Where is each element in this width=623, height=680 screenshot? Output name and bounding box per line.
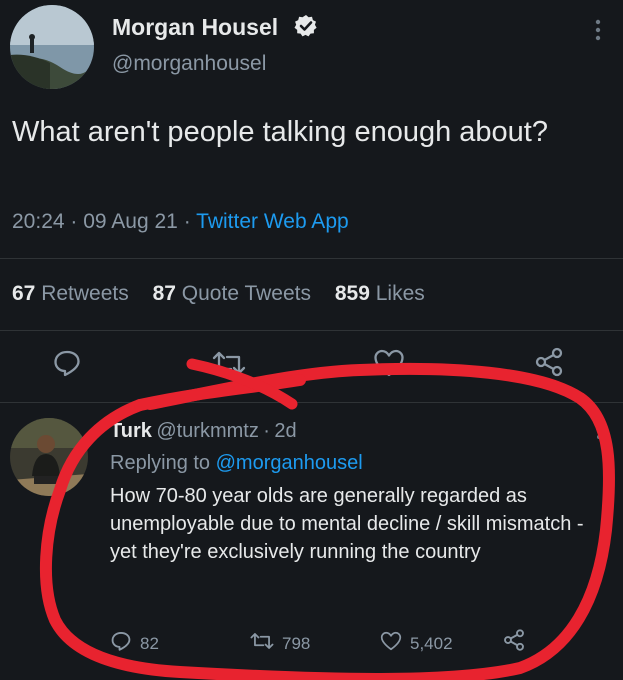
reply-likes-count: 5,402 xyxy=(410,633,453,653)
reply-age[interactable]: 2d xyxy=(274,420,296,442)
reply-icon[interactable] xyxy=(52,348,82,378)
tweet-date[interactable]: 09 Aug 21 xyxy=(83,210,178,233)
reply-actions: 82 798 5,402 xyxy=(110,630,530,657)
retweets-stat[interactable]: 67 Retweets xyxy=(12,282,129,305)
reply-more-options-icon[interactable] xyxy=(592,420,606,442)
retweets-label: Retweets xyxy=(41,282,129,305)
tweet-meta: 20:24 · 09 Aug 21 · Twitter Web App xyxy=(12,210,349,234)
author-handle[interactable]: @morganhousel xyxy=(112,52,266,76)
like-icon[interactable] xyxy=(373,348,405,378)
retweets-count: 67 xyxy=(12,282,36,305)
quotes-stat[interactable]: 87 Quote Tweets xyxy=(153,282,311,305)
tweet-stats: 67 Retweets 87 Quote Tweets 859 Likes xyxy=(12,282,443,306)
reply-share-icon[interactable] xyxy=(502,628,526,657)
likes-stat[interactable]: 859 Likes xyxy=(335,282,425,305)
divider xyxy=(0,402,623,403)
reply-like-button[interactable]: 5,402 xyxy=(380,630,510,657)
likes-count: 859 xyxy=(334,282,370,305)
tweet-text: What aren't people talking enough about? xyxy=(12,116,548,148)
author-name[interactable]: Morgan Housel xyxy=(112,14,278,41)
reply-separator: · xyxy=(263,420,270,442)
reply-text: How 70-80 year olds are generally regard… xyxy=(110,485,584,563)
likes-label: Likes xyxy=(375,282,425,305)
replying-to: Replying to @morganhousel xyxy=(110,452,363,475)
like-icon xyxy=(380,630,402,657)
quotes-label: Quote Tweets xyxy=(181,282,311,305)
reply-icon xyxy=(110,630,132,657)
meta-separator: · xyxy=(183,210,191,233)
meta-separator: · xyxy=(70,210,78,233)
red-annotation-circle xyxy=(39,358,616,680)
reply-author-handle[interactable]: @turkmmtz xyxy=(156,420,259,442)
divider xyxy=(0,330,623,331)
reply-retweets-count: 798 xyxy=(282,633,311,653)
tweet-source[interactable]: Twitter Web App xyxy=(196,210,349,233)
quotes-count: 87 xyxy=(152,282,176,305)
replying-prefix: Replying to xyxy=(110,452,211,474)
reply-header: Turk @turkmmtz · 2d xyxy=(110,420,297,443)
retweet-icon xyxy=(250,630,274,657)
author-name-text[interactable]: Morgan Housel xyxy=(112,14,278,40)
tweet-time[interactable]: 20:24 xyxy=(12,210,65,233)
reply-replies-count: 82 xyxy=(140,633,159,653)
retweet-icon[interactable] xyxy=(212,348,246,378)
author-avatar[interactable] xyxy=(10,5,94,89)
divider xyxy=(0,258,623,259)
reply-retweet-button[interactable]: 798 xyxy=(250,630,380,657)
reply-reply-button[interactable]: 82 xyxy=(110,630,250,657)
replying-mention[interactable]: @morganhousel xyxy=(216,452,363,474)
share-icon[interactable] xyxy=(533,346,565,378)
reply-avatar[interactable] xyxy=(10,418,88,496)
verified-badge-icon xyxy=(294,14,318,38)
more-options-icon[interactable] xyxy=(590,18,606,44)
reply-author-name[interactable]: Turk xyxy=(110,420,152,442)
